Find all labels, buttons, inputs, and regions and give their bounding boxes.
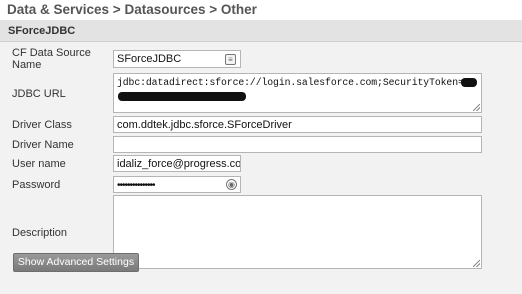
user-name-label: User name [12,158,66,170]
panel-header: SForceJDBC [0,20,522,42]
jdbc-url-value: jdbc:datadirect:sforce://login.salesforc… [117,77,464,88]
redaction-bar [118,92,246,101]
resize-grip-icon[interactable] [473,104,480,111]
password-value: ••••••••••••••• [117,180,156,191]
user-name-input[interactable]: idaliz_force@progress.com [113,155,241,172]
driver-class-value: com.ddtek.jdbc.sforce.SForceDriver [117,119,292,131]
driver-name-label: Driver Name [12,139,74,151]
user-name-value: idaliz_force@progress.com [117,158,241,170]
breadcrumb: Data & Services > Datasources > Other [7,2,257,17]
key-icon[interactable]: ≡ [225,54,236,65]
description-label: Description [12,227,68,239]
password-label: Password [12,179,61,191]
cf-data-source-name-label: CF Data Source Name [12,47,91,71]
panel-title: SForceJDBC [8,25,76,37]
resize-grip-icon[interactable] [473,260,480,267]
driver-class-label: Driver Class [12,119,72,131]
driver-class-input[interactable]: com.ddtek.jdbc.sforce.SForceDriver [113,116,482,133]
cf-data-source-name-field[interactable]: SForceJDBC ≡ [113,50,241,68]
cf-data-source-name-value: SForceJDBC [117,53,182,65]
reveal-password-icon[interactable]: ◉ [226,179,237,190]
description-textarea[interactable] [113,195,482,269]
show-advanced-settings-button[interactable]: Show Advanced Settings [13,253,139,272]
driver-name-input[interactable] [113,136,482,153]
redaction-bar [461,78,477,87]
jdbc-url-textarea[interactable]: jdbc:datadirect:sforce://login.salesforc… [113,73,482,113]
password-input[interactable]: ••••••••••••••• ◉ [113,176,241,193]
jdbc-url-label: JDBC URL [12,88,66,100]
